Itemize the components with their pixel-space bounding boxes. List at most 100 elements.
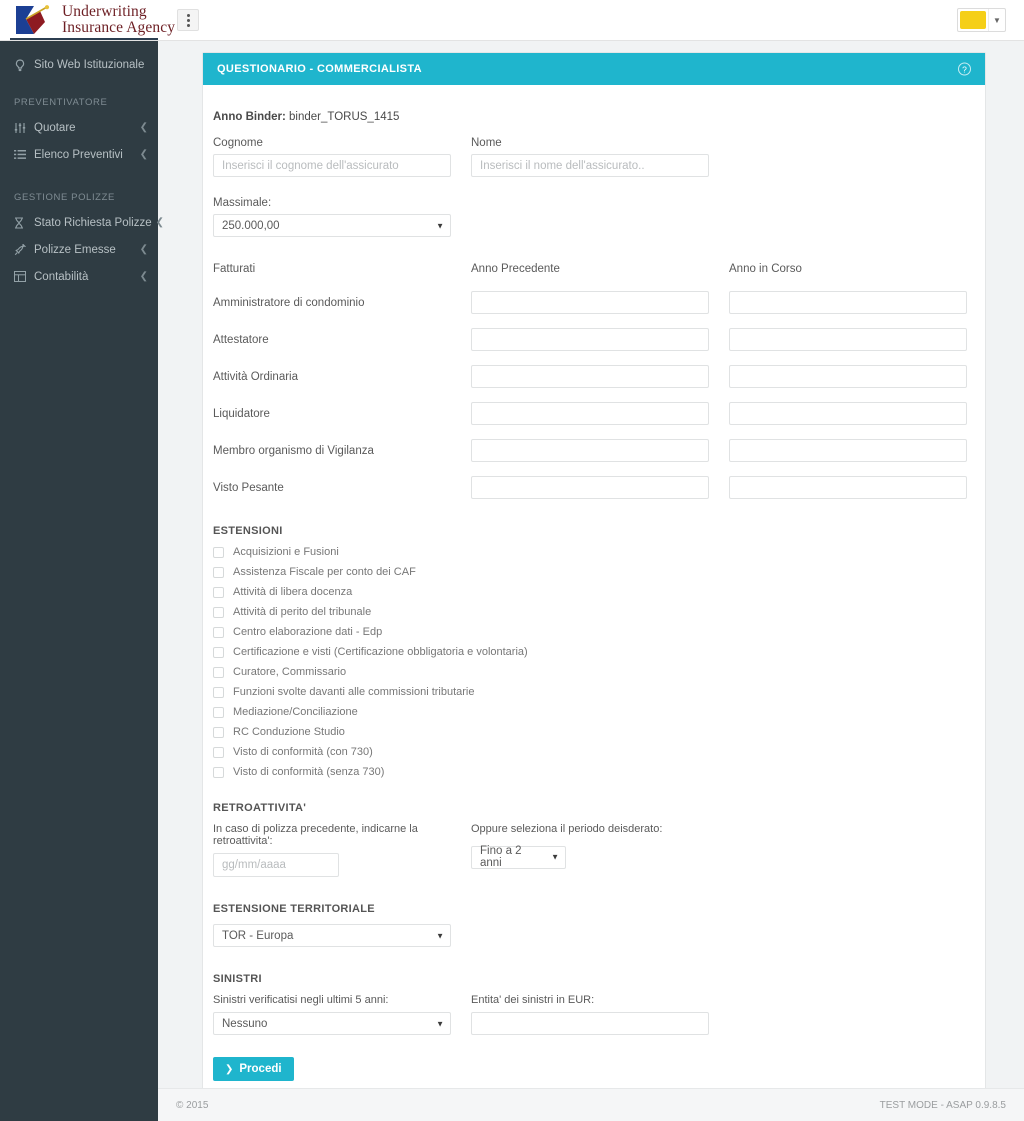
sinistri-amount-input[interactable] — [471, 1012, 709, 1035]
anno-precedente-input[interactable] — [471, 476, 709, 499]
retroattivita-date-input[interactable] — [213, 853, 339, 877]
anno-binder-value: binder_TORUS_1415 — [289, 111, 400, 123]
cognome-label: Cognome — [213, 137, 263, 149]
list-item[interactable]: Funzioni svolte davanti alle commissioni… — [213, 686, 975, 698]
list-item[interactable]: Curatore, Commissario — [213, 666, 975, 678]
logo-wordmark: Underwriting Insurance Agency — [62, 4, 175, 36]
checkbox-label: Curatore, Commissario — [233, 666, 347, 678]
sinistri-count-select[interactable]: Nessuno ▼ — [213, 1012, 451, 1035]
checkbox[interactable] — [213, 606, 224, 618]
list-item[interactable]: Attività di perito del tribunale — [213, 606, 975, 618]
nome-input[interactable] — [471, 154, 709, 177]
massimale-selected-value[interactable]: 250.000,00 — [213, 214, 451, 237]
sidebar-item-label: Polizze Emesse — [34, 243, 116, 256]
procedi-button[interactable]: ❯ Procedi — [213, 1057, 294, 1081]
list-item[interactable]: Visto di conformità (senza 730) — [213, 766, 975, 778]
table-icon — [14, 271, 34, 282]
checkbox[interactable] — [213, 766, 224, 778]
app-logo[interactable]: Underwriting Insurance Agency — [14, 4, 175, 36]
list-item[interactable]: Visto di conformità (con 730) — [213, 746, 975, 758]
retroattivita-period-value[interactable]: Fino a 2 anni — [471, 845, 566, 869]
theme-color-picker[interactable]: ▼ — [957, 8, 1006, 32]
chevron-right-icon: ❯ — [225, 1063, 234, 1075]
anno-precedente-input[interactable] — [471, 328, 709, 351]
sliders-icon — [14, 122, 34, 134]
sinistri-section: SINISTRI Sinistri verificatisi negli ult… — [213, 973, 975, 1035]
anno-binder-label: Anno Binder: — [213, 111, 286, 123]
checkbox[interactable] — [213, 546, 224, 558]
table-row: Attività Ordinaria — [213, 365, 975, 388]
anno-precedente-input[interactable] — [471, 365, 709, 388]
hourglass-icon — [14, 216, 34, 229]
fatturati-col1-header: Fatturati — [213, 263, 256, 275]
checkbox[interactable] — [213, 686, 224, 698]
checkbox[interactable] — [213, 726, 224, 738]
list-item[interactable]: Certificazione e visti (Certificazione o… — [213, 646, 975, 658]
list-item[interactable]: Mediazione/Conciliazione — [213, 706, 975, 718]
anno-in-corso-input[interactable] — [729, 439, 967, 462]
massimale-select[interactable]: 250.000,00 ▼ — [213, 214, 451, 237]
sinistri-count-value[interactable]: Nessuno — [213, 1012, 451, 1035]
sidebar: Sito Web Istituzionale PREVENTIVATORE Qu… — [0, 41, 164, 1121]
sidebar-toggle-button[interactable] — [177, 9, 199, 31]
estensione-territoriale-section: ESTENSIONE TERRITORIALE TOR - Europa ▼ — [213, 903, 975, 947]
estensione-territoriale-select[interactable]: TOR - Europa ▼ — [213, 924, 451, 947]
retroattivita-period-select[interactable]: Fino a 2 anni ▼ — [471, 845, 566, 869]
checkbox-label: Attività di perito del tribunale — [233, 606, 372, 618]
massimale-label: Massimale: — [213, 197, 272, 209]
list-item[interactable]: Acquisizioni e Fusioni — [213, 546, 975, 558]
anno-in-corso-input[interactable] — [729, 365, 967, 388]
estensioni-title: ESTENSIONI — [213, 525, 283, 537]
sidebar-item-elenco-preventivi[interactable]: Elenco Preventivi ❮ — [0, 141, 158, 168]
list-item[interactable]: RC Conduzione Studio — [213, 726, 975, 738]
chevron-left-icon: ❮ — [139, 244, 148, 255]
panel-body: Anno Binder: binder_TORUS_1415 Cognome N… — [203, 85, 985, 1101]
checkbox[interactable] — [213, 746, 224, 758]
checkbox[interactable] — [213, 566, 224, 578]
checkbox[interactable] — [213, 626, 224, 638]
nome-group: Nome — [471, 137, 709, 177]
color-swatch[interactable] — [960, 11, 986, 29]
chevron-left-icon: ❮ — [155, 217, 165, 228]
rocket-icon — [14, 243, 34, 256]
checkbox[interactable] — [213, 586, 224, 598]
cognome-input[interactable] — [213, 154, 451, 177]
vertical-ellipsis-icon — [186, 13, 190, 27]
checkbox-label: Visto di conformità (senza 730) — [233, 766, 385, 778]
checkbox-label: Mediazione/Conciliazione — [233, 706, 358, 718]
anno-in-corso-input[interactable] — [729, 402, 967, 425]
list-item[interactable]: Attività di libera docenza — [213, 586, 975, 598]
checkbox-label: RC Conduzione Studio — [233, 726, 345, 738]
list-item[interactable]: Centro elaborazione dati - Edp — [213, 626, 975, 638]
checkbox[interactable] — [213, 666, 224, 678]
retroattivita-title: RETROATTIVITA' — [213, 802, 307, 814]
anno-precedente-input[interactable] — [471, 402, 709, 425]
sidebar-item-quotare[interactable]: Quotare ❮ — [0, 114, 158, 141]
sidebar-item-contabilita[interactable]: Contabilità ❮ — [0, 263, 158, 290]
question-mark-circle-icon[interactable]: ? — [958, 62, 971, 76]
checkbox-label: Funzioni svolte davanti alle commissioni… — [233, 686, 475, 698]
chevron-left-icon: ❮ — [139, 271, 148, 282]
table-row: Membro organismo di Vigilanza — [213, 439, 975, 462]
anno-precedente-input[interactable] — [471, 439, 709, 462]
anno-in-corso-input[interactable] — [729, 291, 967, 314]
sidebar-group-header-gestione-polizze: GESTIONE POLIZZE — [14, 192, 115, 203]
sidebar-item-polizze-emesse[interactable]: Polizze Emesse ❮ — [0, 236, 158, 263]
checkbox-label: Certificazione e visti (Certificazione o… — [233, 646, 528, 658]
anno-in-corso-input[interactable] — [729, 328, 967, 351]
chevron-down-icon[interactable]: ▼ — [988, 9, 1005, 31]
checkbox[interactable] — [213, 646, 224, 658]
estensione-territoriale-value[interactable]: TOR - Europa — [213, 924, 451, 947]
anno-precedente-input[interactable] — [471, 291, 709, 314]
table-row: Visto Pesante — [213, 476, 975, 499]
sidebar-item-sito-web-istituzionale[interactable]: Sito Web Istituzionale — [0, 51, 158, 79]
sidebar-item-stato-richiesta-polizze[interactable]: Stato Richiesta Polizze ❮ — [0, 209, 164, 236]
list-item[interactable]: Assistenza Fiscale per conto dei CAF — [213, 566, 975, 578]
row-label: Membro organismo di Vigilanza — [213, 444, 374, 457]
main-content: QUESTIONARIO - COMMERCIALISTA ? Anno Bin… — [158, 41, 1024, 1121]
checkbox[interactable] — [213, 706, 224, 718]
fatturati-col2-header: Anno Precedente — [471, 263, 560, 275]
footer: © 2015 TEST MODE - ASAP 0.9.8.5 — [158, 1088, 1024, 1121]
anno-in-corso-input[interactable] — [729, 476, 967, 499]
massimale-group: Massimale: 250.000,00 ▼ — [213, 197, 975, 237]
